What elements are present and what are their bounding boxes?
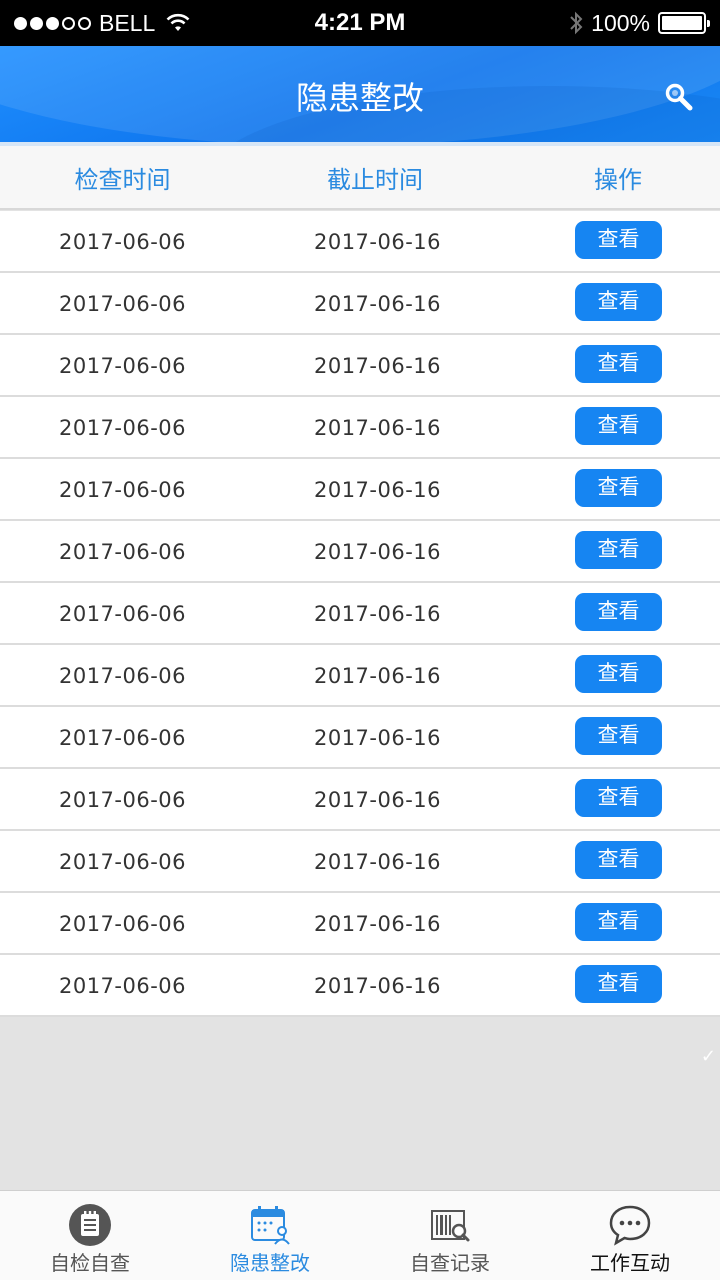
table-body: 2017-06-06 2017-06-16 查看 2017-06-06 2017…: [0, 211, 720, 1017]
table-row: 2017-06-06 2017-06-16 查看: [0, 769, 720, 831]
status-bar: BELL 4:21 PM 100%: [0, 0, 720, 46]
check-time-cell: 2017-06-06: [58, 788, 187, 812]
table-row: 2017-06-06 2017-06-16 查看: [0, 273, 720, 335]
deadline-cell: 2017-06-16: [313, 974, 442, 998]
view-button[interactable]: 查看: [575, 221, 662, 259]
check-time-cell: 2017-06-06: [58, 850, 187, 874]
table-row: 2017-06-06 2017-06-16 查看: [0, 893, 720, 955]
view-button[interactable]: 查看: [575, 717, 662, 755]
tab-label: 工作互动: [590, 1251, 670, 1275]
deadline-cell: 2017-06-16: [313, 726, 442, 750]
status-right: 100%: [569, 0, 710, 46]
view-button[interactable]: 查看: [575, 779, 662, 817]
deadline-cell: 2017-06-16: [313, 912, 442, 936]
check-time-cell: 2017-06-06: [58, 912, 187, 936]
deadline-cell: 2017-06-16: [313, 416, 442, 440]
battery-icon: [658, 12, 710, 34]
deadline-cell: 2017-06-16: [313, 540, 442, 564]
check-time-cell: 2017-06-06: [58, 354, 187, 378]
checklist-icon: [69, 1204, 111, 1246]
tab-self-inspection[interactable]: 自检自查: [0, 1191, 180, 1280]
view-button[interactable]: 查看: [575, 965, 662, 1003]
table-row: 2017-06-06 2017-06-16 查看: [0, 335, 720, 397]
search-icon[interactable]: [664, 82, 694, 112]
barcode-search-icon: [431, 1210, 470, 1242]
column-header-deadline: 截止时间: [327, 165, 423, 194]
table-header: 检查时间 截止时间 操作: [0, 142, 720, 210]
check-time-cell: 2017-06-06: [58, 540, 187, 564]
check-time-cell: 2017-06-06: [58, 292, 187, 316]
bottom-tab-bar: 自检自查 隐患整改 自查记录 工作互动: [0, 1190, 720, 1280]
view-button[interactable]: 查看: [575, 841, 662, 879]
app-header: 隐患整改: [0, 46, 720, 142]
table-row: 2017-06-06 2017-06-16 查看: [0, 955, 720, 1017]
table-row: 2017-06-06 2017-06-16 查看: [0, 459, 720, 521]
tab-label: 隐患整改: [230, 1251, 310, 1275]
table-row: 2017-06-06 2017-06-16 查看: [0, 397, 720, 459]
tab-work-interaction[interactable]: 工作互动: [540, 1191, 720, 1280]
tab-inspection-records[interactable]: 自查记录: [360, 1191, 540, 1280]
table-row: 2017-06-06 2017-06-16 查看: [0, 831, 720, 893]
view-button[interactable]: 查看: [575, 345, 662, 383]
deadline-cell: 2017-06-16: [313, 230, 442, 254]
tab-label: 自查记录: [410, 1251, 490, 1275]
deadline-cell: 2017-06-16: [313, 664, 442, 688]
tab-label: 自检自查: [50, 1251, 130, 1275]
table-row: 2017-06-06 2017-06-16 查看: [0, 645, 720, 707]
view-button[interactable]: 查看: [575, 407, 662, 445]
column-header-action: 操作: [594, 165, 642, 194]
check-time-cell: 2017-06-06: [58, 230, 187, 254]
table-row: 2017-06-06 2017-06-16 查看: [0, 521, 720, 583]
view-button[interactable]: 查看: [575, 283, 662, 321]
deadline-cell: 2017-06-16: [313, 788, 442, 812]
checkmark-icon: ✓: [700, 1046, 716, 1067]
check-time-cell: 2017-06-06: [58, 664, 187, 688]
check-time-cell: 2017-06-06: [58, 726, 187, 750]
deadline-cell: 2017-06-16: [313, 478, 442, 502]
table-row: 2017-06-06 2017-06-16 查看: [0, 583, 720, 645]
view-button[interactable]: 查看: [575, 903, 662, 941]
chat-bubble-icon: [609, 1205, 651, 1246]
deadline-cell: 2017-06-16: [313, 602, 442, 626]
bluetooth-icon: [570, 11, 583, 35]
view-button[interactable]: 查看: [575, 469, 662, 507]
deadline-cell: 2017-06-16: [313, 292, 442, 316]
view-button[interactable]: 查看: [575, 593, 662, 631]
table-row: 2017-06-06 2017-06-16 查看: [0, 211, 720, 273]
check-time-cell: 2017-06-06: [58, 478, 187, 502]
check-time-cell: 2017-06-06: [58, 416, 187, 440]
battery-percent: 100%: [591, 9, 650, 36]
view-button[interactable]: 查看: [575, 655, 662, 693]
page-title: 隐患整改: [295, 79, 424, 117]
deadline-cell: 2017-06-16: [313, 850, 442, 874]
deadline-cell: 2017-06-16: [313, 354, 442, 378]
table-row: 2017-06-06 2017-06-16 查看: [0, 707, 720, 769]
view-button[interactable]: 查看: [575, 531, 662, 569]
column-header-check-time: 检查时间: [74, 165, 171, 194]
tab-hazard-rectification[interactable]: 隐患整改: [180, 1191, 360, 1280]
calendar-person-icon: [251, 1206, 290, 1245]
check-time-cell: 2017-06-06: [58, 974, 187, 998]
check-time-cell: 2017-06-06: [58, 602, 187, 626]
